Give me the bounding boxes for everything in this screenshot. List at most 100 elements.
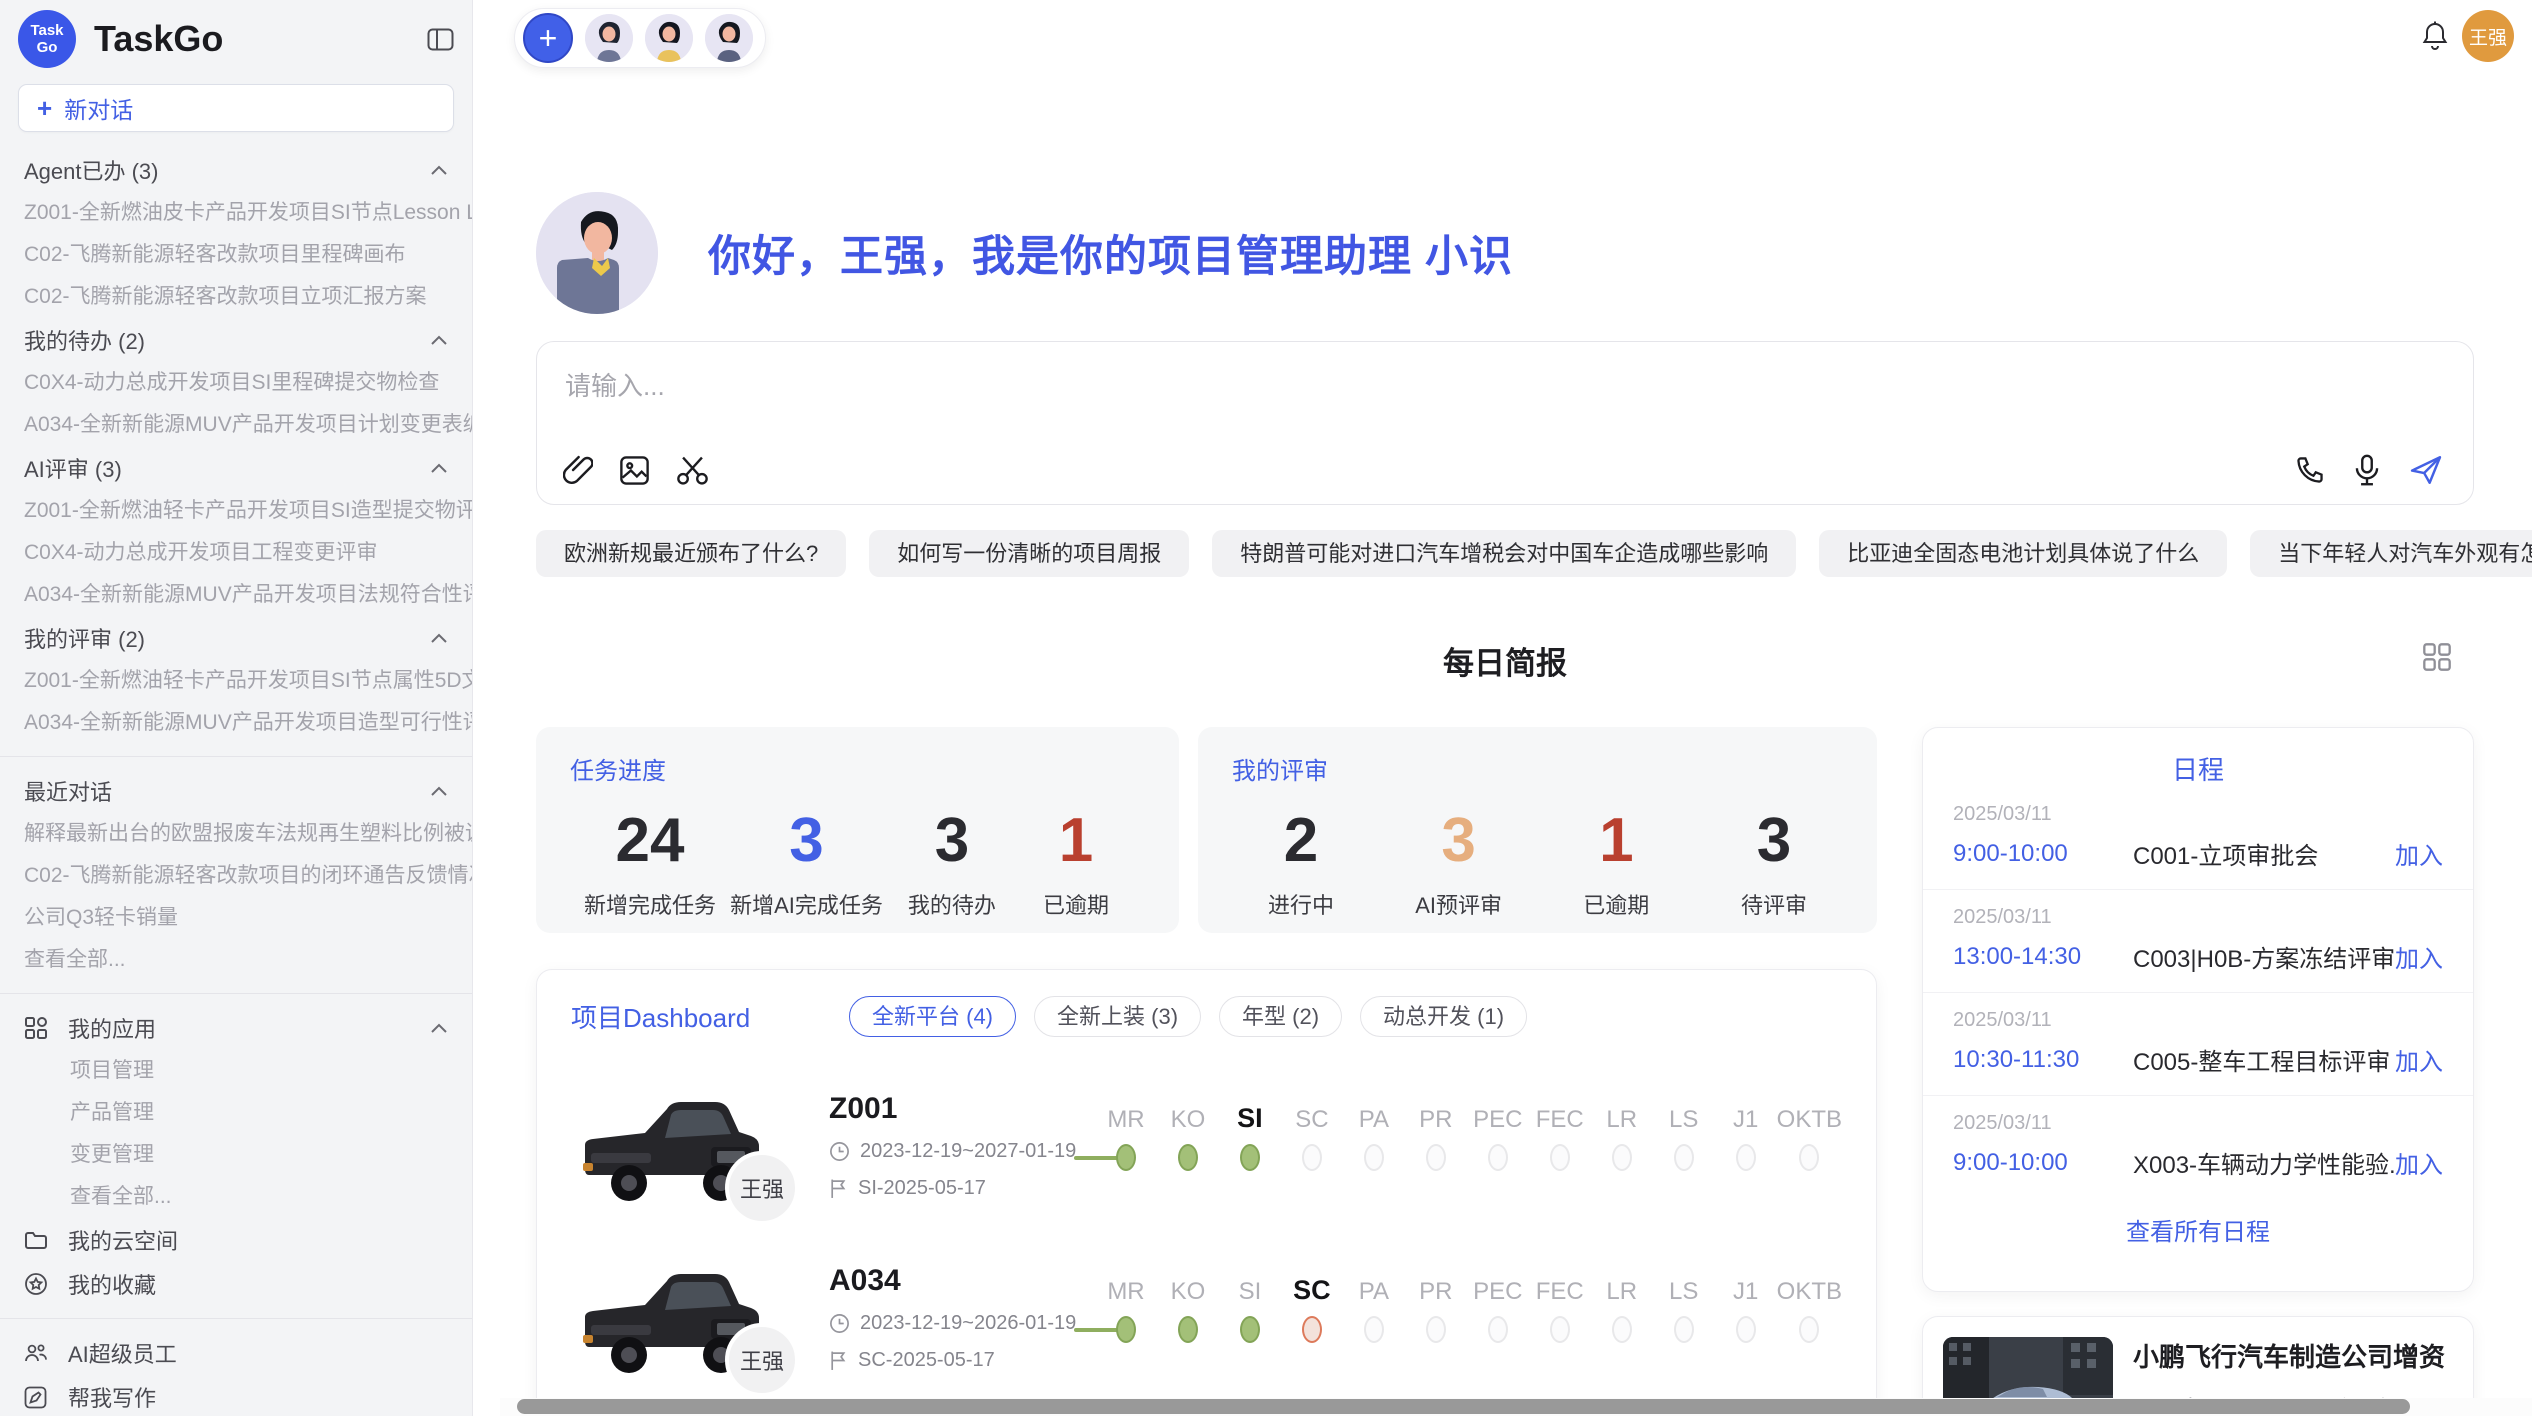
apps-grid-icon <box>24 1016 54 1040</box>
chevron-up-icon[interactable] <box>430 633 448 644</box>
milestone-mr: MR <box>1095 1266 1157 1370</box>
milestone-label: OKTB <box>1777 1094 1842 1134</box>
recent-conversation-item[interactable]: 公司Q3轻卡销量 <box>0 897 472 939</box>
input-toolbar-left <box>563 454 709 486</box>
recent-conversation-item[interactable]: 解释最新出台的欧盟报废车法规再生塑料比例被调至15%... <box>0 813 472 855</box>
milestone-dot <box>1612 1144 1632 1171</box>
send-icon[interactable] <box>2409 454 2443 486</box>
sidebar-item-AI超级员工[interactable]: AI超级员工 <box>0 1331 472 1375</box>
tool-label: AI超级员工 <box>68 1337 448 1369</box>
suggestion-chip[interactable]: 比亚迪全固态电池计划具体说了什么 <box>1819 530 2227 577</box>
dashboard-filter-chip[interactable]: 年型 (2) <box>1219 996 1342 1037</box>
stat-AI预评审: 3AI预评审 <box>1404 806 1514 920</box>
schedule-event-name: C005-整车工程目标评审 <box>2133 1042 2395 1077</box>
flag-icon <box>829 1350 848 1371</box>
sidebar-task-item[interactable]: A034-全新新能源MUV产品开发项目法规符合性评审 <box>0 574 472 616</box>
greeting: 你好，王强，我是你的项目管理助理 小识 <box>536 192 1513 314</box>
milestone-dot <box>1488 1316 1508 1343</box>
schedule-entry[interactable]: 2025/03/1110:30-11:30C005-整车工程目标评审加入 <box>1923 993 2473 1096</box>
project-row[interactable]: 王强A0342023-12-19~2026-01-19SC-2025-05-17… <box>571 1255 1842 1381</box>
view-all-conversations-link[interactable]: 查看全部... <box>0 939 472 981</box>
sidebar-task-item[interactable]: A034-全新新能源MUV产品开发项目造型可行性评审 <box>0 702 472 744</box>
sidebar-collapse-icon[interactable] <box>427 28 454 51</box>
my-app-item[interactable]: 项目管理 <box>0 1050 472 1092</box>
suggestion-chips: 欧洲新规最近颁布了什么? 如何写一份清晰的项目周报特朗普可能对进口汽车增税会对中国… <box>536 530 2496 577</box>
milestone-label: LR <box>1606 1094 1637 1134</box>
chevron-up-icon[interactable] <box>430 786 448 797</box>
user-avatar[interactable]: 王强 <box>2462 10 2514 62</box>
sidebar-task-item[interactable]: C0X4-动力总成开发项目工程变更评审 <box>0 532 472 574</box>
suggestion-chip[interactable]: 如何写一份清晰的项目周报 <box>869 530 1189 577</box>
milestone-dot <box>1240 1316 1260 1343</box>
image-icon[interactable] <box>619 455 650 486</box>
milestone-lr: LR <box>1591 1266 1653 1370</box>
schedule-entry[interactable]: 2025/03/119:00-10:00C001-立项审批会加入 <box>1923 787 2473 890</box>
chevron-up-icon[interactable] <box>430 335 448 346</box>
assistant-avatar <box>536 192 658 314</box>
project-row[interactable]: 王强Z0012023-12-19~2027-01-19SI-2025-05-17… <box>571 1083 1842 1209</box>
sidebar-section-header[interactable]: 我的评审 (2) <box>0 616 472 660</box>
sidebar-section-header[interactable]: 最近对话 <box>0 769 472 813</box>
dashboard-filter-chip[interactable]: 全新上装 (3) <box>1034 996 1201 1037</box>
section-title: 最近对话 <box>24 775 112 807</box>
milestone-dot <box>1240 1144 1260 1171</box>
milestone-pec: PEC <box>1467 1094 1529 1198</box>
schedule-entry[interactable]: 2025/03/1113:00-14:30C003|H0B-方案冻结评审加入 <box>1923 890 2473 993</box>
suggestion-chip[interactable]: 欧洲新规最近颁布了什么? <box>536 530 846 577</box>
session-avatar-3[interactable] <box>705 14 753 62</box>
microphone-icon[interactable] <box>2353 454 2381 486</box>
layout-grid-icon[interactable] <box>2422 642 2452 672</box>
suggestion-chip[interactable]: 当下年轻人对汽车外观有怎样的喜好趋势 <box>2250 530 2532 577</box>
sidebar-item-favorites[interactable]: 我的收藏 <box>0 1262 472 1306</box>
news-title: 小鹏飞行汽车制造公司增资 <box>2133 1337 2453 1374</box>
sidebar-item-帮我写作[interactable]: 帮我写作 <box>0 1375 472 1416</box>
join-link[interactable]: 加入 <box>2395 836 2443 871</box>
new-chat-button[interactable]: + 新对话 <box>18 84 454 132</box>
session-avatar-1[interactable] <box>585 14 633 62</box>
sidebar-section-header[interactable]: AI评审 (3) <box>0 446 472 490</box>
view-all-apps-link[interactable]: 查看全部... <box>0 1176 472 1218</box>
dashboard-filter-chip[interactable]: 全新平台 (4) <box>849 996 1016 1037</box>
notification-bell-icon[interactable] <box>2420 20 2450 52</box>
sidebar-section-header[interactable]: 我的待办 (2) <box>0 318 472 362</box>
recent-conversation-item[interactable]: C02-飞腾新能源轻客改款项目的闭环通告反馈情况 <box>0 855 472 897</box>
my-app-item[interactable]: 变更管理 <box>0 1134 472 1176</box>
join-link[interactable]: 加入 <box>2395 939 2443 974</box>
milestone-label: PEC <box>1473 1094 1522 1134</box>
schedule-entry[interactable]: 2025/03/119:00-10:00X003-车辆动力学性能验...加入 <box>1923 1096 2473 1198</box>
attachment-icon[interactable] <box>563 454 593 486</box>
sidebar-task-item[interactable]: Z001-全新燃油皮卡产品开发项目SI节点Lesson Learn报告 <box>0 192 472 234</box>
view-all-schedule-link[interactable]: 查看所有日程 <box>1923 1212 2473 1247</box>
scissors-icon[interactable] <box>676 455 709 486</box>
chevron-up-icon[interactable] <box>430 1023 448 1034</box>
sidebar-task-item[interactable]: C02-飞腾新能源轻客改款项目里程碑画布 <box>0 234 472 276</box>
stat-label: 新增完成任务 <box>584 888 716 920</box>
milestone-si: SI <box>1219 1094 1281 1198</box>
sidebar-task-item[interactable]: Z001-全新燃油轻卡产品开发项目SI造型提交物评审 <box>0 490 472 532</box>
sidebar-task-item[interactable]: A034-全新新能源MUV产品开发项目计划变更表编写 <box>0 404 472 446</box>
add-session-button[interactable]: + <box>523 13 573 63</box>
sidebar-task-item[interactable]: Z001-全新燃油轻卡产品开发项目SI节点属性5D文件评审 <box>0 660 472 702</box>
milestone-dot <box>1116 1144 1136 1171</box>
divider <box>0 1318 472 1319</box>
project-name: Z001 <box>829 1092 1081 1126</box>
join-link[interactable]: 加入 <box>2395 1145 2443 1180</box>
dashboard-filter-chip[interactable]: 动总开发 (1) <box>1360 996 1527 1037</box>
chat-input[interactable]: 请输入... <box>536 341 2474 505</box>
chevron-up-icon[interactable] <box>430 165 448 176</box>
horizontal-scrollbar[interactable] <box>517 1399 2410 1414</box>
sidebar-item-my-apps[interactable]: 我的应用 <box>0 1006 472 1050</box>
chevron-up-icon[interactable] <box>430 463 448 474</box>
app-title: TaskGo <box>94 18 427 60</box>
sidebar-task-item[interactable]: C0X4-动力总成开发项目SI里程碑提交物检查 <box>0 362 472 404</box>
sidebar-item-cloud-space[interactable]: 我的云空间 <box>0 1218 472 1262</box>
stats-row: 2进行中3AI预评审1已逾期3待评审 <box>1232 806 1843 920</box>
join-link[interactable]: 加入 <box>2395 1042 2443 1077</box>
my-app-item[interactable]: 产品管理 <box>0 1092 472 1134</box>
session-avatar-2[interactable] <box>645 14 693 62</box>
phone-icon[interactable] <box>2295 455 2325 485</box>
sidebar-section-header[interactable]: Agent已办 (3) <box>0 148 472 192</box>
my-apps-list: 项目管理产品管理变更管理查看全部... <box>0 1050 472 1218</box>
suggestion-chip[interactable]: 特朗普可能对进口汽车增税会对中国车企造成哪些影响 <box>1212 530 1796 577</box>
sidebar-task-item[interactable]: C02-飞腾新能源轻客改款项目立项汇报方案 <box>0 276 472 318</box>
